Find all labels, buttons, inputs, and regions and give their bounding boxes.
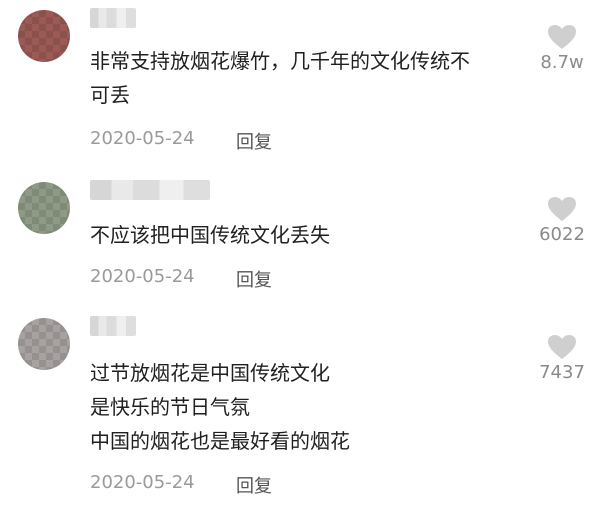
like-count: 6022	[539, 224, 585, 245]
username-blurred[interactable]	[90, 8, 136, 28]
avatar[interactable]	[18, 10, 70, 62]
like-count: 8.7w	[540, 52, 584, 73]
heart-icon	[548, 25, 576, 49]
reply-button[interactable]: 回复	[236, 266, 272, 292]
reply-button[interactable]: 回复	[236, 472, 272, 498]
heart-icon	[548, 335, 576, 359]
like-button[interactable]: 6022	[532, 196, 592, 245]
username-blurred[interactable]	[90, 316, 136, 336]
comment-text: 不应该把中国传统文化丢失	[90, 223, 330, 247]
comment-date: 2020-05-24	[90, 266, 195, 287]
username-blurred[interactable]	[90, 180, 210, 200]
comment-date: 2020-05-24	[90, 128, 195, 149]
comment-date: 2020-05-24	[90, 472, 195, 493]
like-button[interactable]: 7437	[532, 334, 592, 383]
like-button[interactable]: 8.7w	[532, 24, 592, 73]
like-count: 7437	[539, 362, 585, 383]
avatar[interactable]	[18, 182, 70, 234]
comment-text: 非常支持放烟花爆竹，几千年的文化传统不 可丢	[90, 49, 470, 107]
avatar[interactable]	[18, 318, 70, 370]
heart-icon	[548, 197, 576, 221]
reply-button[interactable]: 回复	[236, 128, 272, 154]
comment-text: 过节放烟花是中国传统文化 是快乐的节日气氛 中国的烟花也是最好看的烟花	[90, 361, 350, 453]
